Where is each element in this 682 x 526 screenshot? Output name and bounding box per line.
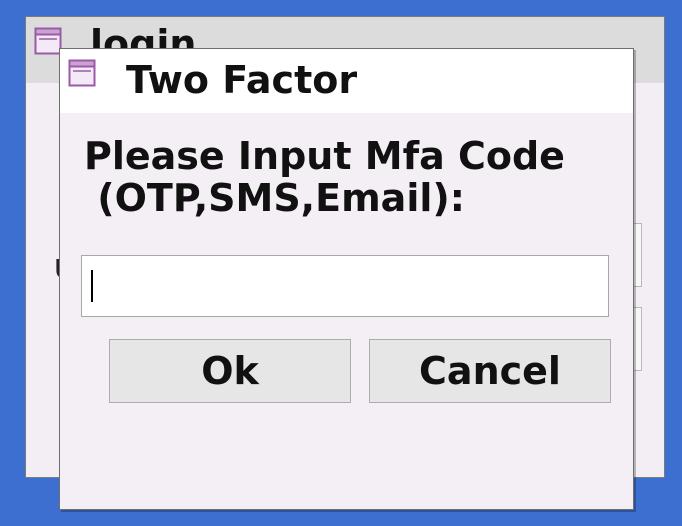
- ok-button[interactable]: Ok: [109, 339, 351, 403]
- dialog-title: Two Factor: [126, 58, 358, 102]
- mfa-code-input[interactable]: [81, 255, 609, 317]
- dialog-titlebar[interactable]: Two Factor: [60, 49, 633, 113]
- text-caret: [91, 270, 93, 302]
- mfa-prompt-line2: (OTP,SMS,Email):: [84, 176, 465, 220]
- cancel-button[interactable]: Cancel: [369, 339, 611, 403]
- two-factor-dialog: Two Factor Please Input Mfa Code (OTP,SM…: [59, 48, 634, 510]
- mfa-prompt-line1: Please Input Mfa Code: [84, 134, 565, 178]
- window-icon: [68, 59, 96, 87]
- window-icon: [34, 27, 62, 55]
- mfa-prompt: Please Input Mfa Code (OTP,SMS,Email):: [84, 135, 565, 219]
